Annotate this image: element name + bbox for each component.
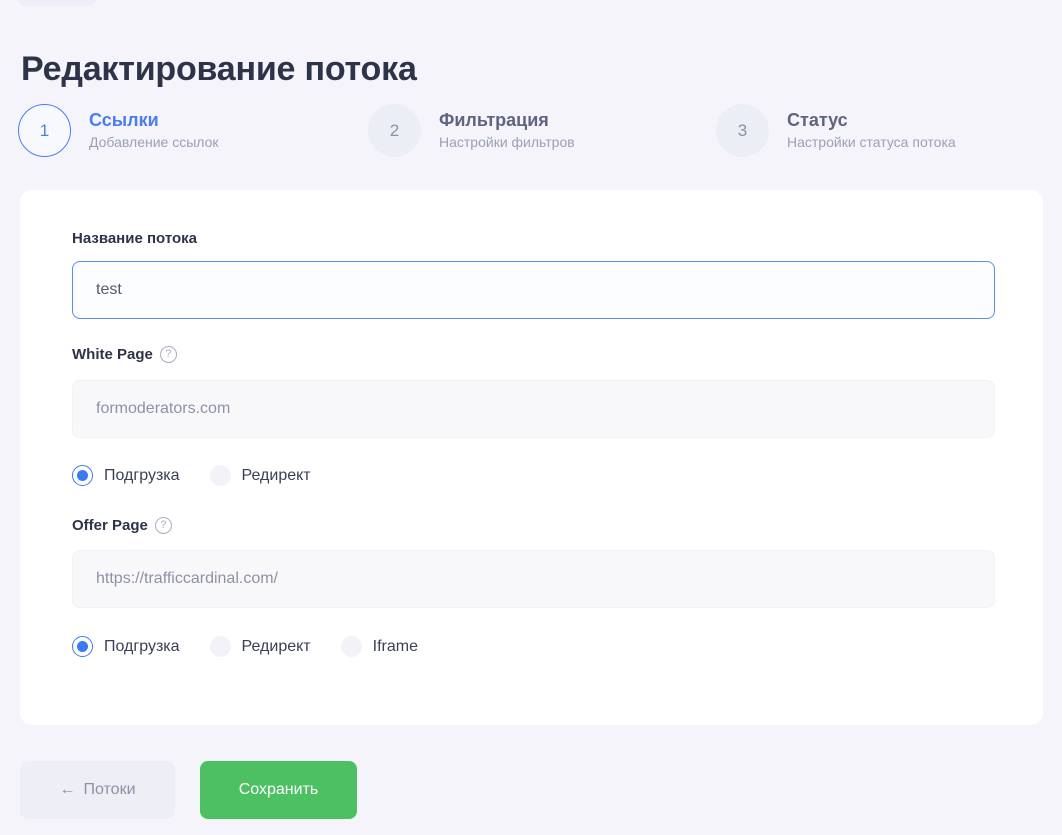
stepper-step-2[interactable]: 2 Фильтрация Настройки фильтров [368, 104, 575, 157]
step-2-subtitle: Настройки фильтров [439, 134, 575, 151]
back-to-flows-button-label: Потоки [83, 781, 136, 798]
save-button[interactable]: Сохранить [200, 761, 357, 819]
top-overflow-sliver [18, 0, 96, 6]
flow-name-input[interactable] [72, 261, 995, 319]
step-3-number-badge: 3 [716, 104, 769, 157]
white-page-mode-option-redirect-label: Редирект [241, 466, 311, 484]
question-circle-icon[interactable]: ? [159, 346, 177, 363]
stepper-step-3[interactable]: 3 Статус Настройки статуса потока [716, 104, 956, 157]
arrow-left-icon: ← [59, 781, 76, 798]
offer-page-mode-radio-group: Подгрузка Редирект Iframe [72, 636, 448, 657]
radio-unselected-icon[interactable] [209, 465, 231, 486]
form-footer: ← Потоки Сохранить [20, 761, 357, 819]
white-page-mode-option-podgruzka[interactable]: Подгрузка [72, 465, 180, 486]
question-circle-icon[interactable]: ? [154, 517, 172, 534]
step-1-title: Ссылки [89, 110, 159, 131]
step-2-text: Фильтрация Настройки фильтров [439, 109, 575, 152]
offer-page-mode-option-podgruzka-label: Подгрузка [104, 637, 180, 655]
offer-page-mode-option-iframe-label: Iframe [372, 637, 418, 655]
step-3-subtitle: Настройки статуса потока [787, 134, 956, 151]
white-page-label: White Page ? [72, 346, 177, 363]
white-page-mode-option-redirect[interactable]: Редирект [209, 465, 311, 486]
offer-page-label: Offer Page ? [72, 517, 172, 534]
radio-selected-icon[interactable] [72, 636, 93, 657]
step-3-title: Статус [787, 110, 848, 131]
radio-selected-icon[interactable] [72, 465, 93, 486]
page-title: Редактирование потока [21, 49, 417, 88]
offer-page-input[interactable] [72, 550, 995, 608]
offer-page-label-text: Offer Page [72, 517, 148, 534]
offer-page-mode-option-redirect-label: Редирект [241, 637, 311, 655]
stepper-step-1[interactable]: 1 Ссылки Добавление ссылок [18, 104, 219, 157]
back-to-flows-button[interactable]: ← Потоки [20, 761, 175, 819]
stepper: 1 Ссылки Добавление ссылок 2 Фильтрация … [18, 104, 1048, 164]
step-3-text: Статус Настройки статуса потока [787, 109, 956, 152]
radio-unselected-icon[interactable] [340, 636, 362, 657]
offer-page-mode-option-redirect[interactable]: Редирект [209, 636, 311, 657]
white-page-input[interactable] [72, 380, 995, 438]
flow-name-label-text: Название потока [72, 230, 197, 247]
offer-page-mode-option-iframe[interactable]: Iframe [340, 636, 418, 657]
step-1-number-badge: 1 [18, 104, 71, 157]
form-card: Название потока White Page ? Подгрузка Р… [20, 190, 1043, 725]
step-2-title: Фильтрация [439, 110, 549, 131]
white-page-mode-option-podgruzka-label: Подгрузка [104, 466, 180, 484]
offer-page-mode-option-podgruzka[interactable]: Подгрузка [72, 636, 180, 657]
radio-unselected-icon[interactable] [209, 636, 231, 657]
step-1-text: Ссылки Добавление ссылок [89, 109, 219, 152]
white-page-mode-radio-group: Подгрузка Редирект [72, 465, 341, 486]
step-1-subtitle: Добавление ссылок [89, 134, 219, 151]
step-2-number-badge: 2 [368, 104, 421, 157]
flow-name-label: Название потока [72, 230, 197, 247]
white-page-label-text: White Page [72, 346, 153, 363]
